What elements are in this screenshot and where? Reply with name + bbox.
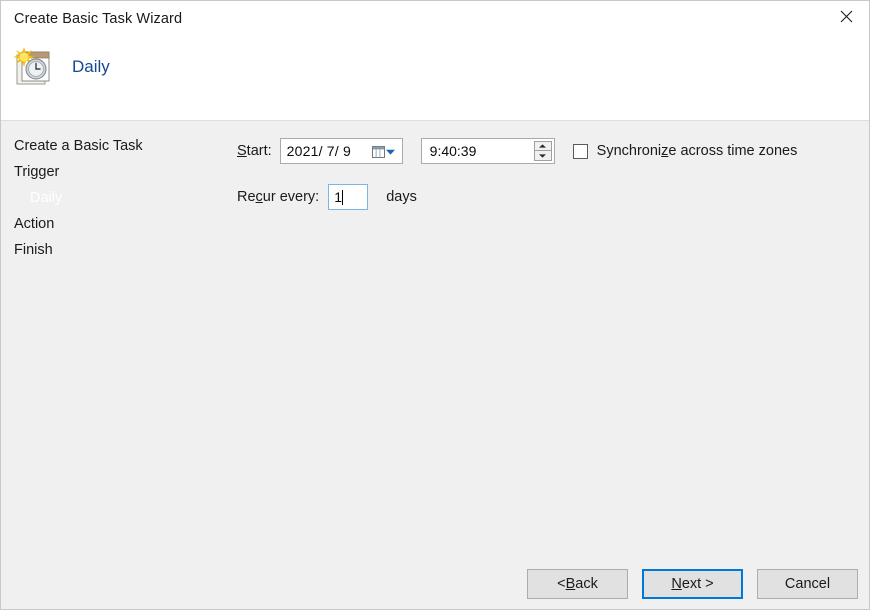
back-button[interactable]: < Back xyxy=(527,569,628,599)
start-date-value: 2021/ 7/ 9 xyxy=(281,143,351,159)
synchronize-checkbox[interactable] xyxy=(573,144,588,159)
chevron-down-icon xyxy=(386,149,395,155)
spinner-up-glyph xyxy=(539,144,546,148)
sidebar-item-trigger[interactable]: Trigger xyxy=(1,159,233,185)
back-pre: < xyxy=(557,576,565,592)
step-label: Daily xyxy=(30,190,62,206)
start-label-text: tart: xyxy=(247,143,272,159)
step-label: Trigger xyxy=(14,164,59,180)
cancel-button[interactable]: Cancel xyxy=(757,569,858,599)
create-basic-task-wizard-window: Create Basic Task Wizard xyxy=(0,0,870,610)
wizard-footer-buttons: < Back Next > Cancel xyxy=(527,569,858,599)
sidebar-item-create-a-basic-task[interactable]: Create a Basic Task xyxy=(1,133,233,159)
recur-every-value: 1 xyxy=(329,189,342,205)
back-post: ack xyxy=(575,576,598,592)
spinner-up-icon[interactable] xyxy=(534,141,552,151)
wizard-step-list: Create a Basic Task Trigger Daily Action… xyxy=(1,133,233,263)
back-accelerator: B xyxy=(566,576,576,592)
start-label: Start: xyxy=(237,143,272,159)
start-date-picker[interactable]: 2021/ 7/ 9 xyxy=(280,138,403,164)
sidebar-item-daily[interactable]: Daily xyxy=(1,185,233,211)
time-spinner[interactable] xyxy=(534,141,552,161)
sidebar-item-action[interactable]: Action xyxy=(1,211,233,237)
window-title: Create Basic Task Wizard xyxy=(14,11,182,27)
trigger-settings-form: Start: 2021/ 7/ 9 xyxy=(237,133,857,212)
sidebar-item-finish[interactable]: Finish xyxy=(1,237,233,263)
recur-label-pre: Re xyxy=(237,189,256,205)
step-label: Action xyxy=(14,216,54,232)
close-glyph xyxy=(840,10,853,23)
step-label: Create a Basic Task xyxy=(14,138,143,154)
sync-label-pre: Synchroni xyxy=(597,143,661,159)
sync-label-post: e across time zones xyxy=(668,143,797,159)
daily-task-clock-calendar-icon xyxy=(13,47,55,89)
wizard-body: Create a Basic Task Trigger Daily Action… xyxy=(1,120,869,609)
step-label: Finish xyxy=(14,242,53,258)
recur-row: Recur every: 1 days xyxy=(237,182,857,212)
synchronize-checkbox-label: Synchronize across time zones xyxy=(597,143,798,159)
calendar-dropdown-icon[interactable] xyxy=(372,143,398,160)
close-icon[interactable] xyxy=(823,1,869,31)
recur-label-accelerator: c xyxy=(256,189,263,205)
recur-unit-label: days xyxy=(386,189,417,205)
start-row: Start: 2021/ 7/ 9 xyxy=(237,133,857,169)
synchronize-across-time-zones-checkbox-row[interactable]: Synchronize across time zones xyxy=(573,143,798,159)
next-post: ext > xyxy=(682,576,714,592)
recur-label-post: ur every: xyxy=(263,189,319,205)
cancel-label: Cancel xyxy=(785,576,830,592)
start-time-field[interactable]: 9:40:39 xyxy=(421,138,555,164)
title-bar: Create Basic Task Wizard xyxy=(1,1,869,120)
next-accelerator: N xyxy=(671,576,681,592)
start-label-accelerator: S xyxy=(237,143,247,159)
next-button[interactable]: Next > xyxy=(642,569,743,599)
calendar-glyph xyxy=(372,145,385,159)
recur-every-label: Recur every: xyxy=(237,189,319,205)
recur-every-input[interactable]: 1 xyxy=(328,184,368,210)
spinner-down-glyph xyxy=(539,154,546,158)
start-time-value: 9:40:39 xyxy=(422,143,477,159)
header-icon-glyph xyxy=(13,47,55,89)
page-heading: Daily xyxy=(72,57,110,77)
spinner-down-icon[interactable] xyxy=(534,151,552,161)
text-caret xyxy=(342,190,343,205)
